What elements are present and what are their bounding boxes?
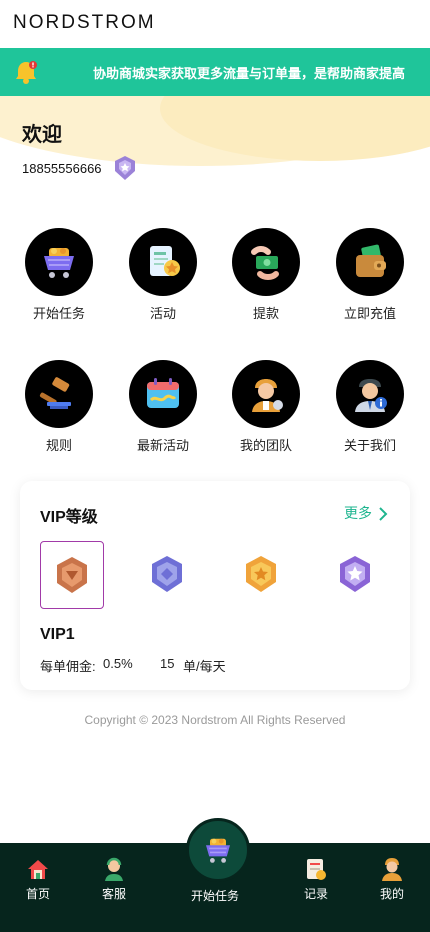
menu-grid-row-1: 开始任务 活动 提款 立即充值 [0, 228, 430, 328]
welcome-title: 欢迎 [22, 124, 62, 146]
tab-label: 我的 [379, 887, 404, 901]
tab-label: 首页 [25, 887, 50, 901]
vip-badge-gold[interactable] [230, 541, 292, 607]
withdraw-money-icon [251, 246, 279, 280]
tab-home[interactable]: 首页 [8, 857, 68, 902]
menu-latest-activity[interactable]: 最新活动 [113, 360, 213, 454]
vip-level-icon [115, 156, 135, 180]
menu-grid-row-2: 规则 最新活动 我的团队 关于我们 [0, 360, 430, 460]
user-phone: 18855556666 [22, 161, 102, 176]
tab-records[interactable]: 记录 [286, 857, 346, 902]
shopping-cart-icon [44, 248, 74, 278]
tab-label: 记录 [303, 887, 328, 901]
commission-label: 每单佣金: [40, 659, 96, 674]
chevron-right-icon [379, 507, 388, 521]
notice-marquee-text: 协助商城实家获取更多流量与订单量，是帮助商家提高 [93, 66, 406, 81]
menu-label: 关于我们 [343, 438, 396, 453]
wallet-icon [356, 244, 386, 277]
menu-my-team[interactable]: 我的团队 [216, 360, 316, 454]
top-header: NORDSTROM [0, 0, 430, 48]
tab-service[interactable]: 客服 [84, 857, 144, 902]
hero-background [0, 96, 430, 206]
menu-label: 我的团队 [239, 438, 292, 453]
bell-icon [16, 61, 37, 84]
records-icon [307, 859, 326, 880]
menu-about-us[interactable]: 关于我们 [320, 360, 420, 454]
commission-value: 0.5% [103, 656, 133, 671]
menu-rules[interactable]: 规则 [9, 360, 109, 454]
diamond-badge-icon [340, 556, 370, 592]
vip-badge-diamond[interactable] [324, 541, 386, 607]
tab-label: 客服 [101, 887, 126, 901]
vip-level-name: VIP1 [40, 626, 75, 643]
start-task-center-label: 开始任务 [190, 889, 239, 903]
vip-card-title: VIP等级 [40, 509, 98, 526]
orders-count: 15 [160, 656, 175, 671]
tab-mine[interactable]: 我的 [362, 857, 422, 902]
copyright-text: Copyright © 2023 Nordstrom All Rights Re… [84, 713, 346, 727]
shopping-cart-icon [206, 838, 230, 863]
team-icon [252, 379, 283, 412]
orders-unit: 单/每天 [183, 659, 226, 674]
home-icon [28, 860, 48, 879]
notice-bar[interactable]: 协助商城实家获取更多流量与订单量，是帮助商家提高 [0, 48, 430, 96]
menu-label: 提款 [252, 306, 279, 321]
menu-label: 立即充值 [343, 306, 396, 321]
bronze-badge-icon [57, 557, 87, 593]
menu-label: 活动 [149, 306, 176, 321]
menu-recharge[interactable]: 立即充值 [320, 228, 420, 322]
menu-label: 开始任务 [32, 306, 85, 321]
customer-service-icon [105, 857, 123, 881]
more-link[interactable]: 更多 [344, 503, 388, 523]
brand-logo: NORDSTROM [13, 12, 156, 33]
gold-badge-icon [246, 556, 276, 592]
vip-card: VIP等级 更多 VIP1 每单佣金: 0.5% 15 单/每天 [20, 481, 410, 690]
gavel-icon [39, 377, 71, 409]
menu-label: 规则 [45, 438, 72, 453]
activity-doc-icon [150, 246, 180, 276]
user-profile-icon [382, 858, 402, 881]
menu-activity[interactable]: 活动 [113, 228, 213, 322]
vip-badge-silver[interactable] [136, 541, 198, 607]
calendar-icon [147, 378, 179, 408]
silver-badge-icon [152, 556, 182, 592]
menu-withdraw[interactable]: 提款 [216, 228, 316, 322]
start-task-center-button[interactable] [186, 818, 250, 882]
about-icon [355, 379, 387, 412]
menu-start-task[interactable]: 开始任务 [9, 228, 109, 322]
more-label: 更多 [344, 505, 372, 521]
vip-badge-bronze[interactable] [40, 541, 104, 609]
menu-label: 最新活动 [136, 438, 189, 453]
